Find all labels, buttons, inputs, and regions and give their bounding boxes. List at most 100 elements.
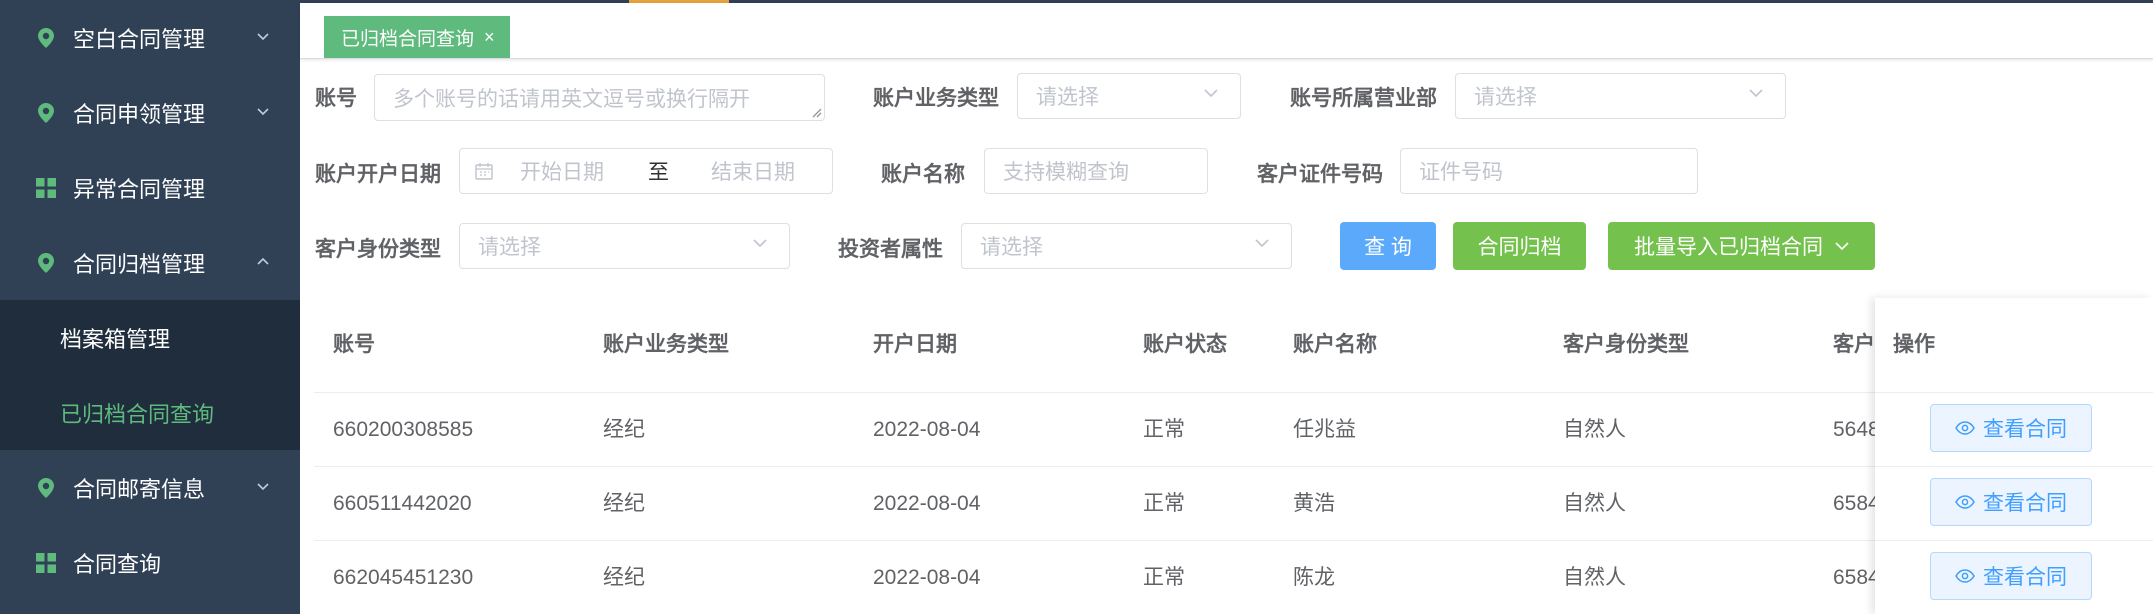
chevron-down-icon	[1749, 89, 1763, 98]
cell-identity-type: 自然人	[1563, 566, 1626, 589]
column-header-actions: 操作	[1893, 333, 1935, 356]
fixed-action-column: 操作 查看合同 查看合同 查看合同	[1875, 298, 2153, 614]
open-date-label: 账户开户日期	[315, 163, 441, 186]
location-pin-icon	[35, 102, 57, 124]
location-pin-icon	[35, 252, 57, 274]
sidebar-item-blank-contract[interactable]: 空白合同管理	[0, 0, 300, 75]
main-content: 已归档合同查询 × 账号 多个账号的话请用英文逗号或换行隔开 账户业务类型 请选…	[300, 0, 2153, 614]
account-textarea[interactable]: 多个账号的话请用英文逗号或换行隔开	[374, 74, 825, 121]
view-contract-button[interactable]: 查看合同	[1930, 478, 2092, 526]
batch-import-dropdown-button[interactable]: 批量导入已归档合同	[1608, 222, 1875, 270]
account-name-placeholder: 支持模糊查询	[1003, 161, 1129, 184]
branch-label: 账号所属营业部	[1290, 87, 1437, 110]
view-contract-label: 查看合同	[1983, 566, 2067, 589]
open-date-range-picker[interactable]: 开始日期 至 结束日期	[459, 148, 833, 194]
branch-placeholder: 请选择	[1474, 86, 1537, 109]
chevron-down-icon	[257, 107, 269, 115]
cell-account-status: 正常	[1143, 418, 1185, 441]
account-name-input[interactable]: 支持模糊查询	[984, 148, 1208, 194]
calendar-icon	[475, 163, 493, 180]
archive-button-label: 合同归档	[1477, 236, 1562, 259]
sidebar-item-label: 异常合同管理	[73, 176, 206, 202]
business-type-label: 账户业务类型	[873, 87, 999, 110]
sidebar-subitem-label: 档案箱管理	[60, 326, 171, 352]
query-button-label: 查 询	[1364, 236, 1412, 259]
chevron-down-icon	[1255, 239, 1269, 248]
cell-business-type: 经纪	[603, 418, 645, 441]
cell-account-name: 任兆益	[1293, 418, 1356, 441]
investor-label: 投资者属性	[838, 238, 943, 261]
eye-icon	[1955, 495, 1975, 509]
sidebar-item-abnormal-contract[interactable]: 异常合同管理	[0, 150, 300, 225]
sidebar-item-contract-query[interactable]: 合同查询	[0, 525, 300, 600]
cell-open-date: 2022-08-04	[873, 418, 981, 441]
cell-account: 660511442020	[333, 492, 472, 515]
identity-type-select[interactable]: 请选择	[459, 223, 790, 269]
sidebar-submenu: 档案箱管理 已归档合同查询	[0, 300, 300, 450]
sidebar-subitem-archive-box[interactable]: 档案箱管理	[0, 300, 300, 375]
cell-business-type: 经纪	[603, 492, 645, 515]
date-separator: 至	[648, 161, 669, 184]
business-type-placeholder: 请选择	[1036, 86, 1099, 109]
view-contract-label: 查看合同	[1983, 418, 2067, 441]
id-number-placeholder: 证件号码	[1419, 161, 1503, 184]
resize-handle-icon[interactable]	[810, 106, 822, 118]
cell-open-date: 2022-08-04	[873, 566, 981, 589]
view-contract-button[interactable]: 查看合同	[1930, 404, 2092, 452]
cell-open-date: 2022-08-04	[873, 492, 981, 515]
sidebar-item-label: 合同邮寄信息	[73, 476, 206, 502]
eye-icon	[1955, 421, 1975, 435]
archive-button[interactable]: 合同归档	[1453, 222, 1586, 270]
tab-label: 已归档合同查询	[341, 28, 475, 50]
sidebar-item-label: 合同申领管理	[73, 101, 206, 127]
identity-type-label: 客户身份类型	[315, 238, 441, 261]
id-number-input[interactable]: 证件号码	[1400, 148, 1698, 194]
chevron-down-icon	[257, 32, 269, 40]
account-name-label: 账户名称	[881, 163, 965, 186]
cell-account-status: 正常	[1143, 566, 1185, 589]
query-button[interactable]: 查 询	[1340, 222, 1436, 270]
sidebar-item-contract-mail[interactable]: 合同邮寄信息	[0, 450, 300, 525]
grid-icon	[35, 552, 57, 574]
cell-account: 660200308585	[333, 418, 474, 441]
chevron-down-icon	[1204, 89, 1218, 98]
chevron-down-icon	[753, 239, 767, 248]
batch-import-label: 批量导入已归档合同	[1634, 236, 1823, 259]
tab-archived-contract-query[interactable]: 已归档合同查询 ×	[324, 16, 510, 58]
column-header-account-status: 账户状态	[1143, 333, 1227, 356]
account-placeholder: 多个账号的话请用英文逗号或换行隔开	[393, 87, 750, 111]
eye-icon	[1955, 569, 1975, 583]
sidebar-item-contract-apply[interactable]: 合同申领管理	[0, 75, 300, 150]
chevron-up-icon	[257, 257, 269, 265]
chevron-down-icon	[1835, 242, 1849, 251]
business-type-select[interactable]: 请选择	[1017, 73, 1241, 119]
start-date-placeholder[interactable]: 开始日期	[520, 156, 604, 186]
column-header-account: 账号	[333, 333, 375, 356]
chevron-down-icon	[257, 482, 269, 490]
app-root: 空白合同管理 合同申领管理 异常合同管理 合同归档管理 档案箱管理 已归档合同查…	[0, 0, 2153, 614]
cell-account-name: 陈龙	[1293, 566, 1335, 589]
location-pin-icon	[35, 27, 57, 49]
end-date-placeholder[interactable]: 结束日期	[711, 156, 795, 186]
column-header-customer: 客户	[1833, 333, 1875, 356]
investor-select[interactable]: 请选择	[961, 223, 1292, 269]
cell-account: 662045451230	[333, 566, 474, 589]
column-header-business-type: 账户业务类型	[603, 333, 729, 356]
account-label: 账号	[315, 87, 357, 110]
sidebar-subitem-label: 已归档合同查询	[60, 401, 215, 427]
tags-view-bar: 已归档合同查询 ×	[300, 3, 2153, 59]
grid-icon	[35, 177, 57, 199]
column-header-open-date: 开户日期	[873, 333, 957, 356]
id-number-label: 客户证件号码	[1257, 163, 1383, 186]
cell-business-type: 经纪	[603, 566, 645, 589]
sidebar-item-contract-archive[interactable]: 合同归档管理	[0, 225, 300, 300]
close-icon[interactable]: ×	[484, 27, 495, 48]
sidebar-item-label: 合同归档管理	[73, 251, 206, 277]
column-header-identity-type: 客户身份类型	[1563, 333, 1689, 356]
sidebar-item-label: 空白合同管理	[73, 26, 206, 52]
view-contract-button[interactable]: 查看合同	[1930, 552, 2092, 600]
cell-account-status: 正常	[1143, 492, 1185, 515]
sidebar-subitem-archived-query[interactable]: 已归档合同查询	[0, 375, 300, 450]
branch-select[interactable]: 请选择	[1455, 73, 1786, 119]
cell-identity-type: 自然人	[1563, 418, 1626, 441]
